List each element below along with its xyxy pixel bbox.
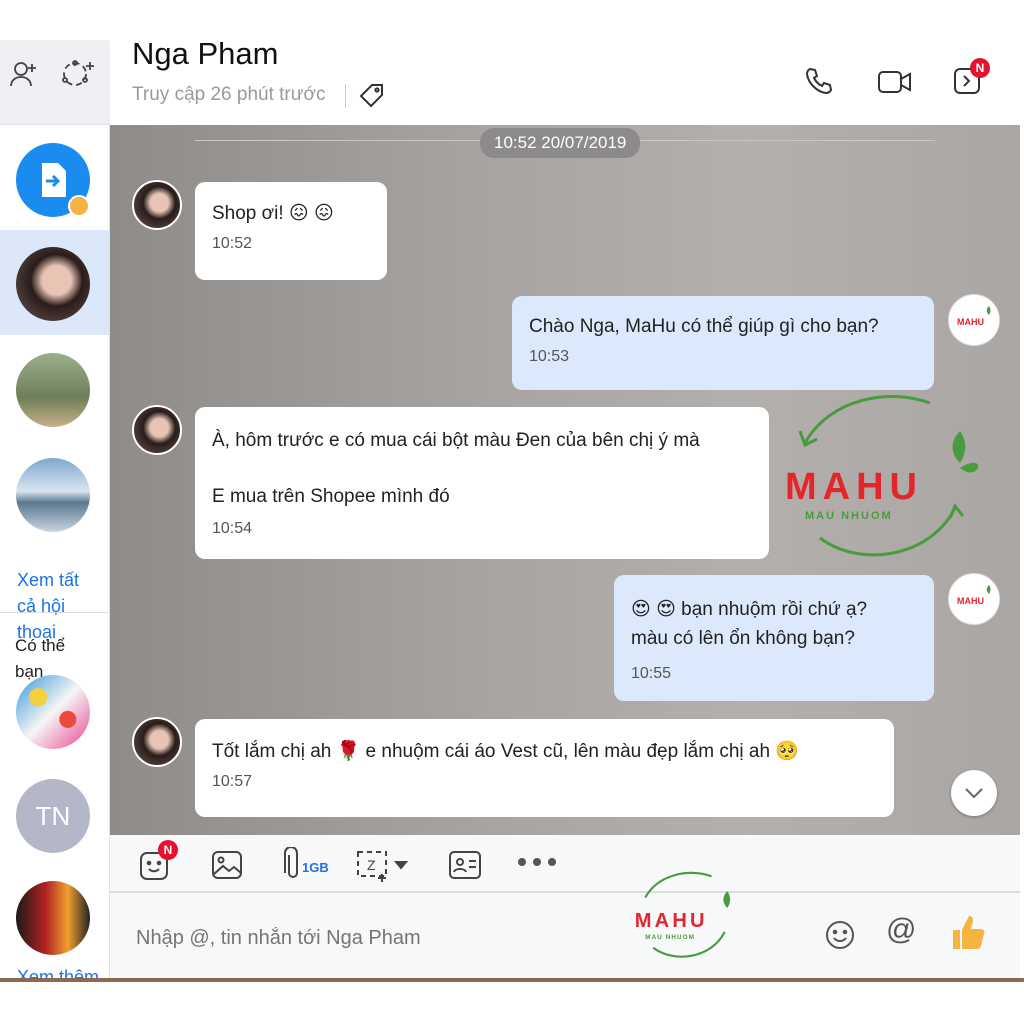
avatar-suggested[interactable] bbox=[16, 881, 90, 955]
message-text: màu có lên ổn không bạn? bbox=[631, 628, 855, 649]
message-time: 10:54 bbox=[212, 520, 253, 537]
sender-avatar[interactable] bbox=[132, 717, 182, 767]
notification-badge: N bbox=[970, 58, 990, 78]
svg-text:Z: Z bbox=[367, 857, 376, 873]
video-call-icon[interactable] bbox=[877, 68, 913, 96]
tag-icon[interactable] bbox=[358, 82, 386, 110]
svg-text:MAHU: MAHU bbox=[957, 317, 984, 327]
shop-avatar[interactable]: MAHU bbox=[948, 573, 1000, 625]
message-time: 10:52 bbox=[212, 235, 253, 252]
add-friend-icon[interactable] bbox=[8, 58, 40, 90]
avatar-suggested[interactable] bbox=[16, 675, 90, 749]
chevron-down-icon bbox=[965, 788, 983, 799]
last-seen-status: Truy cập 26 phút trước bbox=[132, 84, 326, 105]
thumbs-up-icon[interactable] bbox=[950, 913, 986, 951]
contacts-actions bbox=[0, 40, 110, 125]
sender-avatar[interactable] bbox=[132, 405, 182, 455]
logo-tagline: MAU NHUOM bbox=[645, 934, 695, 941]
message-bubble[interactable]: Chào Nga, MaHu có thể giúp gì cho bạn? 1… bbox=[512, 296, 934, 390]
sender-avatar[interactable] bbox=[132, 180, 182, 230]
screenshot-icon[interactable]: Z bbox=[356, 848, 412, 882]
message-bubble[interactable]: 😍 😍 bạn nhuộm rồi chứ ạ? màu có lên ổn k… bbox=[614, 575, 934, 701]
message-text: Shop ơi! 😖 😖 bbox=[212, 203, 334, 224]
message-bubble[interactable]: Tốt lắm chị ah 🌹 e nhuộm cái áo Vest cũ,… bbox=[195, 719, 894, 817]
shop-avatar[interactable]: MAHU bbox=[948, 294, 1000, 346]
more-options-icon[interactable] bbox=[517, 857, 557, 867]
logo-brand: MAHU bbox=[785, 466, 923, 508]
emoji-icon[interactable] bbox=[824, 919, 856, 951]
file-limit-label: 1GB bbox=[302, 860, 329, 875]
image-icon[interactable] bbox=[210, 848, 244, 882]
message-composer: MAHU MAU NHUOM @ bbox=[110, 871, 1020, 978]
avatar-contact[interactable] bbox=[16, 458, 90, 532]
chat-header: Nga Pham Truy cập 26 phút trước N bbox=[110, 36, 1020, 125]
conversation-sidebar: Xem tất cả hội thoại Có thể bạn quen TN … bbox=[0, 125, 110, 980]
composer-toolbar: N 1GB Z bbox=[110, 835, 1020, 893]
message-time: 10:53 bbox=[529, 348, 570, 365]
avatar-contact[interactable] bbox=[16, 353, 90, 427]
message-bubble[interactable]: Shop ơi! 😖 😖 10:52 bbox=[195, 182, 387, 280]
message-input[interactable] bbox=[136, 923, 616, 953]
sticker-badge: N bbox=[158, 840, 178, 860]
mahu-logo: MAHU MAU NHUOM bbox=[785, 395, 979, 557]
message-text: 😍 😍 bạn nhuộm rồi chứ ạ? bbox=[631, 599, 868, 620]
message-bubble[interactable]: À, hôm trước e có mua cái bột màu Đen củ… bbox=[195, 407, 769, 559]
create-group-icon[interactable] bbox=[60, 58, 96, 90]
mention-icon[interactable]: @ bbox=[886, 913, 916, 947]
attachment-icon[interactable] bbox=[284, 847, 300, 881]
message-time: 10:57 bbox=[212, 773, 253, 790]
message-text bbox=[212, 455, 752, 483]
message-text: À, hôm trước e có mua cái bột màu Đen củ… bbox=[212, 430, 700, 451]
contact-card-icon[interactable] bbox=[447, 848, 483, 882]
contact-name[interactable]: Nga Pham bbox=[132, 36, 278, 72]
avatar-nga-pham[interactable] bbox=[16, 247, 90, 321]
mahu-logo: MAHU MAU NHUOM bbox=[635, 871, 731, 958]
scroll-to-bottom-button[interactable] bbox=[951, 770, 997, 816]
avatar-initials[interactable]: TN bbox=[16, 779, 90, 853]
message-text: E mua trên Shopee mình đó bbox=[212, 486, 450, 507]
phone-call-icon[interactable] bbox=[804, 66, 834, 96]
logo-tagline: MAU NHUOM bbox=[805, 510, 893, 522]
message-time: 10:55 bbox=[631, 665, 672, 682]
logo-brand: MAHU bbox=[635, 910, 708, 932]
message-text: Chào Nga, MaHu có thể giúp gì cho bạn? bbox=[529, 316, 879, 337]
verified-icon bbox=[68, 195, 90, 217]
svg-text:MAHU: MAHU bbox=[957, 596, 984, 606]
message-text: Tốt lắm chị ah 🌹 e nhuộm cái áo Vest cũ,… bbox=[212, 741, 799, 762]
date-separator: 10:52 20/07/2019 bbox=[480, 128, 641, 158]
message-area: 10:52 20/07/2019 MAHU MAU NHUOM Shop ơi!… bbox=[110, 125, 1020, 835]
